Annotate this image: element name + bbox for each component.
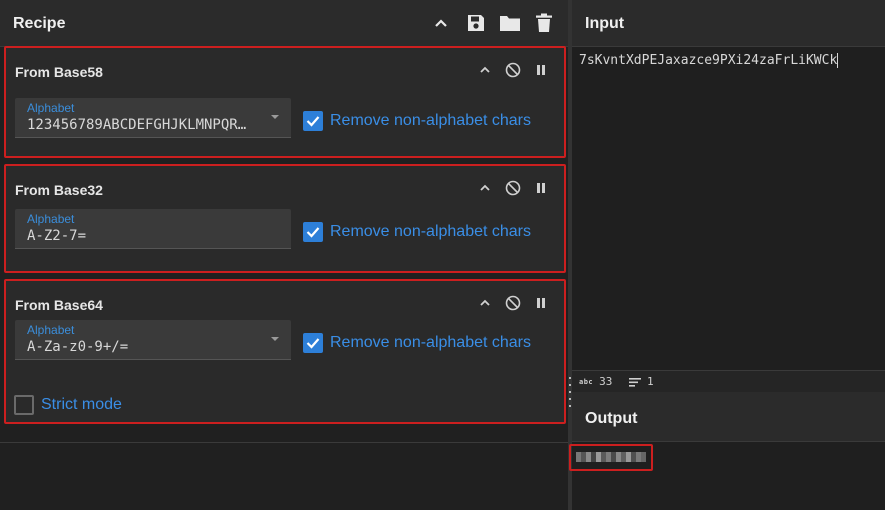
- chevron-up-icon[interactable]: [475, 60, 495, 80]
- output-panel: Output: [569, 392, 885, 510]
- lines-stat: 1: [629, 375, 654, 388]
- save-icon[interactable]: [465, 12, 487, 34]
- recipe-title: Recipe: [13, 15, 66, 32]
- chevron-up-icon[interactable]: [475, 178, 495, 198]
- drag-handle-icon[interactable]: [569, 377, 571, 407]
- disable-icon[interactable]: [503, 293, 523, 313]
- dropdown-arrow-icon[interactable]: [271, 337, 279, 341]
- lines-icon: [629, 377, 641, 387]
- alphabet-value: A-Za-z0-9+/=: [27, 339, 129, 355]
- operation-from-base32: From Base32 Alphabet A-Z2-7= Remove non-…: [4, 164, 566, 273]
- alphabet-select[interactable]: Alphabet A-Za-z0-9+/=: [15, 320, 291, 360]
- input-textarea[interactable]: 7sKvntXdPEJaxazce9PXi24zaFrLiKWCk: [579, 53, 839, 68]
- length-stat: abc 33: [579, 375, 612, 388]
- recipe-header: Recipe: [0, 0, 568, 47]
- recipe-panel: Recipe From Base58 Alphabet 123456789ABC…: [0, 0, 568, 510]
- pixelated-output-redaction: [576, 452, 646, 462]
- chevron-up-icon[interactable]: [430, 12, 452, 34]
- remove-non-alphabet-label[interactable]: Remove non-alphabet chars: [330, 112, 531, 130]
- input-title: Input: [585, 15, 625, 32]
- alphabet-value[interactable]: A-Z2-7=: [27, 228, 247, 244]
- remove-non-alphabet-label[interactable]: Remove non-alphabet chars: [330, 223, 531, 241]
- input-header: Input: [572, 0, 885, 47]
- pause-icon[interactable]: [531, 293, 551, 313]
- operation-title: From Base58: [15, 64, 103, 80]
- remove-non-alphabet-checkbox[interactable]: [303, 333, 323, 353]
- pause-icon[interactable]: [531, 178, 551, 198]
- pause-icon[interactable]: [531, 60, 551, 80]
- alphabet-label: Alphabet: [27, 101, 75, 115]
- disable-icon[interactable]: [503, 178, 523, 198]
- alphabet-label: Alphabet: [27, 323, 75, 337]
- lines-value: 1: [647, 375, 654, 388]
- remove-non-alphabet-label[interactable]: Remove non-alphabet chars: [330, 334, 531, 352]
- chevron-up-icon[interactable]: [475, 293, 495, 313]
- remove-non-alphabet-checkbox[interactable]: [303, 111, 323, 131]
- output-title: Output: [585, 410, 638, 427]
- remove-non-alphabet-checkbox[interactable]: [303, 222, 323, 242]
- strict-mode-checkbox[interactable]: [14, 395, 34, 415]
- disable-icon[interactable]: [503, 60, 523, 80]
- abc-icon: abc: [579, 377, 594, 386]
- input-status-bar: abc 33 1: [572, 370, 885, 392]
- operation-title: From Base64: [15, 297, 103, 313]
- dropdown-arrow-icon[interactable]: [271, 115, 279, 119]
- alphabet-label: Alphabet: [27, 212, 75, 226]
- input-text-value[interactable]: 7sKvntXdPEJaxazce9PXi24zaFrLiKWCk: [579, 53, 837, 68]
- output-textarea[interactable]: [569, 444, 653, 471]
- length-value: 33: [599, 375, 613, 388]
- input-panel: Input 7sKvntXdPEJaxazce9PXi24zaFrLiKWCk …: [572, 0, 885, 392]
- alphabet-select[interactable]: Alphabet 123456789ABCDEFGHJKLMNPQRSTUVWX…: [15, 98, 291, 138]
- strict-mode-label[interactable]: Strict mode: [41, 396, 122, 414]
- output-header: Output: [572, 392, 885, 442]
- text-cursor: [837, 53, 839, 68]
- alphabet-value: 123456789ABCDEFGHJKLMNPQRSTUVWXYZabcdefg…: [27, 117, 247, 133]
- trash-icon[interactable]: [533, 12, 555, 34]
- operation-title: From Base32: [15, 182, 103, 198]
- operation-from-base58: From Base58 Alphabet 123456789ABCDEFGHJK…: [4, 46, 566, 158]
- divider: [0, 442, 568, 443]
- folder-icon[interactable]: [499, 12, 521, 34]
- operation-from-base64: From Base64 Alphabet A-Za-z0-9+/= Remove…: [4, 279, 566, 424]
- alphabet-input[interactable]: Alphabet A-Z2-7=: [15, 209, 291, 249]
